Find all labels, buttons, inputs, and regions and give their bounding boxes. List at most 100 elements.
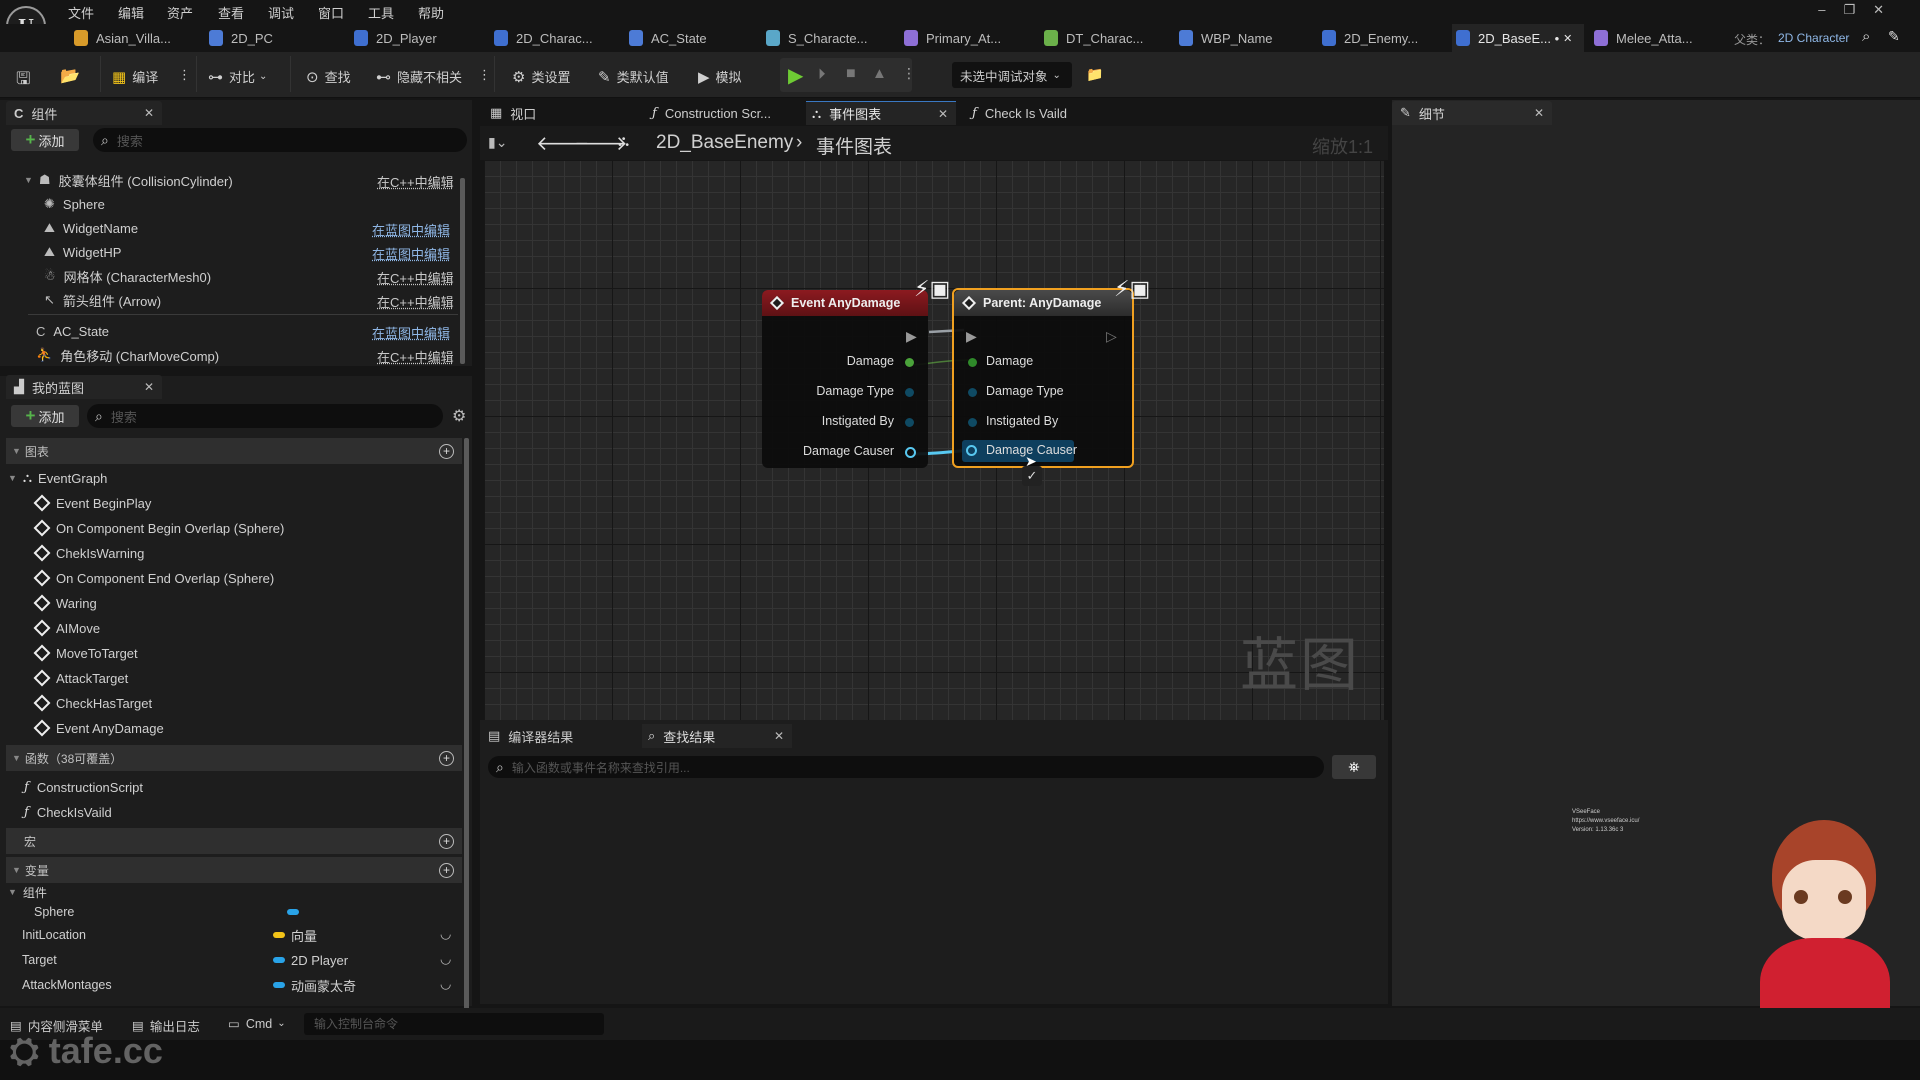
variables-section[interactable]: ▼ 变量 + <box>6 857 462 883</box>
menu-help[interactable]: 帮助 <box>418 3 444 22</box>
edit-component-link[interactable]: 在C++中编辑 <box>377 172 454 191</box>
edit-component-link[interactable]: 在C++中编辑 <box>377 347 454 366</box>
function-item[interactable]: ƒ ConstructionScript <box>24 775 143 799</box>
event-item[interactable]: Event AnyDamage <box>33 716 164 740</box>
tab-event-graph[interactable]: ⛬ 事件图表 ✕ <box>806 101 956 125</box>
component-item[interactable]: C AC_State <box>36 319 109 343</box>
event-item[interactable]: MoveToTarget <box>33 641 138 665</box>
exec-in-pin[interactable]: ▶ <box>966 328 977 345</box>
my-blueprint-search-input[interactable]: ⌕ 搜索 <box>87 404 443 428</box>
menu-tools[interactable]: 工具 <box>368 3 394 22</box>
event-item[interactable]: Event BeginPlay <box>33 491 151 515</box>
add-member-button[interactable]: + 添加 <box>11 405 79 427</box>
component-item[interactable]: ☃ 网格体 (CharacterMesh0) <box>44 264 211 288</box>
class-settings-button[interactable]: ⚙ 类设置 <box>512 67 570 86</box>
event-graph-item[interactable]: ▼ ⛬ EventGraph <box>8 466 107 490</box>
breadcrumb-graph[interactable]: 事件图表 <box>816 132 892 159</box>
edit-component-link[interactable]: 在蓝图中编辑 <box>372 220 450 239</box>
event-item[interactable]: AIMove <box>33 616 100 640</box>
variable-type[interactable]: 2D Player <box>273 948 348 972</box>
doc-tab[interactable]: Primary_At... <box>900 24 1028 52</box>
close-icon[interactable]: ✕ <box>1534 106 1544 120</box>
close-icon[interactable]: ✕ <box>938 107 948 121</box>
more-options-icon[interactable]: ⋮ <box>478 67 491 83</box>
my-blueprint-scrollbar[interactable] <box>464 438 469 1014</box>
components-tab[interactable]: C 组件 ✕ <box>6 101 162 125</box>
browse-icon[interactable]: 📂 <box>60 66 80 86</box>
event-graph-canvas[interactable]: Event AnyDamage ▶ Damage Damage Type Ins… <box>484 160 1384 720</box>
console-input[interactable]: 输入控制台命令 <box>304 1013 604 1035</box>
component-item[interactable]: ⛰ WidgetHP <box>44 240 121 264</box>
tab-check-is-vaild[interactable]: ƒ Check Is Vaild <box>968 101 1128 125</box>
add-function-icon[interactable]: + <box>439 750 454 766</box>
variable-item[interactable]: InitLocation <box>22 923 462 947</box>
search-icon[interactable]: ⌕ <box>1862 28 1870 45</box>
diff-button[interactable]: ⊶ 对比 ⌄ <box>208 67 267 86</box>
event-item[interactable]: AttackTarget <box>33 666 128 690</box>
exec-out-pin[interactable]: ▶ <box>906 328 917 345</box>
bookmark-icon[interactable]: ▮⌄ <box>488 134 507 151</box>
edit-component-link[interactable]: 在C++中编辑 <box>377 292 454 311</box>
event-item[interactable]: Waring <box>33 591 97 615</box>
add-graph-icon[interactable]: + <box>439 443 454 459</box>
class-defaults-button[interactable]: ✎ 类默认值 <box>598 67 669 86</box>
variable-item[interactable]: AttackMontages <box>22 973 462 997</box>
step-icon[interactable]: ⏵ <box>818 66 826 83</box>
event-item[interactable]: On Component Begin Overlap (Sphere) <box>33 516 284 540</box>
event-anydamage-node[interactable]: Event AnyDamage ▶ Damage Damage Type Ins… <box>762 290 928 468</box>
play-icon[interactable]: ▶ <box>788 63 803 88</box>
component-item[interactable]: ⛹ 角色移动 (CharMoveComp) <box>36 343 219 367</box>
details-tab[interactable]: ✎ 细节 ✕ <box>1392 101 1552 125</box>
add-variable-icon[interactable]: + <box>439 862 454 878</box>
variable-type[interactable] <box>287 900 305 924</box>
pin-instigated-by[interactable] <box>905 418 914 427</box>
find-button[interactable]: ⊙ 查找 <box>306 67 351 86</box>
doc-tab[interactable]: 2D_Enemy... <box>1318 24 1446 52</box>
exec-out-pin[interactable]: ▷ <box>1106 328 1117 345</box>
variable-item[interactable]: Target <box>22 948 462 972</box>
save-icon[interactable]: 🖫 <box>16 66 30 95</box>
tab-construction-script[interactable]: ƒ Construction Scr... <box>648 101 804 125</box>
components-search-input[interactable]: ⌕ 搜索 <box>93 128 467 152</box>
doc-tab[interactable]: AC_State <box>625 24 755 52</box>
window-controls[interactable]: –❐✕ <box>1818 2 1902 18</box>
pin-damage-type[interactable] <box>968 388 977 397</box>
pin-damage-causer[interactable] <box>966 445 977 456</box>
menu-edit[interactable]: 编辑 <box>118 3 144 22</box>
graphs-section[interactable]: ▼ 图表 + <box>6 438 462 464</box>
cmd-dropdown[interactable]: ▭ Cmd ⌄ <box>228 1016 286 1032</box>
visibility-icon[interactable]: ◡ <box>440 951 451 967</box>
compile-options-icon[interactable]: ⋮ <box>178 67 191 83</box>
doc-tab[interactable]: 2D_Charac... <box>490 24 618 52</box>
doc-tab[interactable]: DT_Charac... <box>1040 24 1168 52</box>
component-item[interactable]: ✺ Sphere <box>44 192 105 216</box>
function-item[interactable]: ƒ CheckIsVaild <box>24 800 112 824</box>
eject-icon[interactable]: ▲ <box>872 65 887 82</box>
doc-tab[interactable]: WBP_Name <box>1175 24 1311 52</box>
simulate-button[interactable]: ▶ 模拟 <box>698 67 742 86</box>
edit-icon[interactable]: ✎ <box>1888 28 1900 45</box>
debug-target-select[interactable]: 未选中调试对象 ⌄ <box>952 62 1072 88</box>
menu-debug[interactable]: 调试 <box>268 3 294 22</box>
doc-tab[interactable]: Melee_Atta... <box>1590 24 1720 52</box>
doc-tab[interactable]: 2D_PC <box>205 24 343 52</box>
menu-window[interactable]: 窗口 <box>318 3 344 22</box>
visibility-icon[interactable]: ◡ <box>440 926 451 942</box>
breadcrumb-blueprint[interactable]: 2D_BaseEnemy <box>656 132 793 154</box>
tab-compiler-results[interactable]: ▤ 编译器结果 <box>480 724 640 748</box>
pin-damage-causer[interactable] <box>905 447 916 458</box>
add-component-button[interactable]: + 添加 <box>11 129 79 151</box>
menu-view[interactable]: 查看 <box>218 3 244 22</box>
my-blueprint-tab[interactable]: ▟ 我的蓝图 ✕ <box>6 375 162 399</box>
menu-file[interactable]: 文件 <box>68 3 94 22</box>
variable-item[interactable]: Sphere <box>34 900 474 924</box>
pin-damage[interactable] <box>905 358 914 367</box>
close-icon[interactable]: ✕ <box>144 380 154 394</box>
event-item[interactable]: CheckHasTarget <box>33 691 152 715</box>
variable-type[interactable]: 向量 <box>273 923 317 947</box>
doc-tab[interactable]: 2D_BaseE... • ✕ <box>1452 24 1584 52</box>
tab-viewport[interactable]: ▦ 视口 <box>484 101 644 125</box>
visibility-icon[interactable]: ◡ <box>440 976 451 992</box>
close-icon[interactable]: ✕ <box>774 729 784 743</box>
doc-tab[interactable]: Asian_Villa... <box>70 24 198 52</box>
